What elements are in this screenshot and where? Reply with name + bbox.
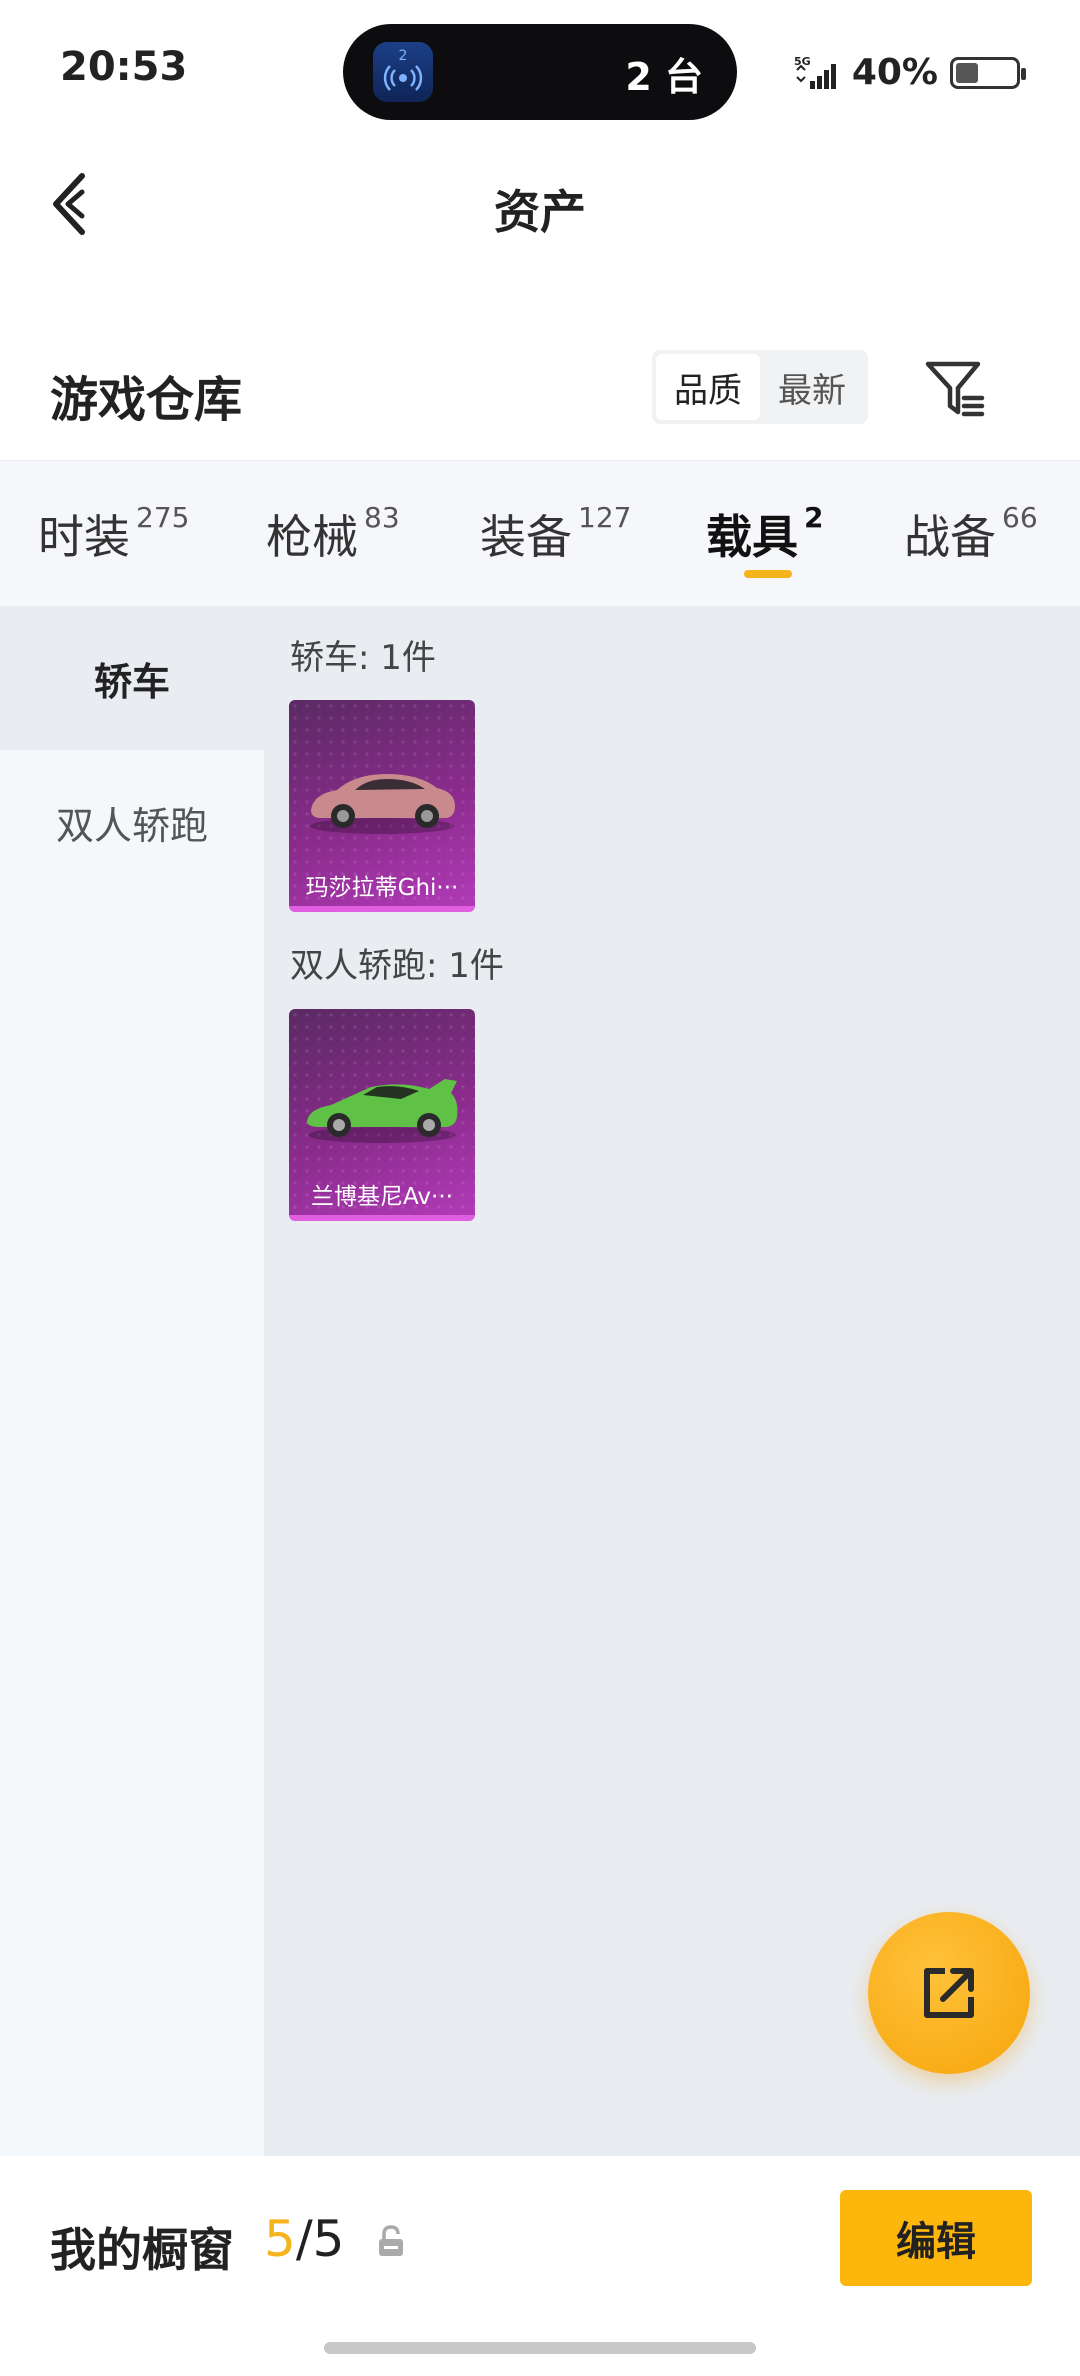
item-card-lamborghini[interactable]: 兰博基尼Av···: [289, 1009, 475, 1221]
tab-count: 127: [578, 501, 632, 534]
lock-icon: [376, 2224, 406, 2258]
tab-count: 275: [136, 501, 190, 534]
sort-toggle[interactable]: 品质 最新: [652, 350, 868, 424]
car-image: [307, 1079, 458, 1143]
showcase-label: 我的橱窗: [50, 2223, 234, 2277]
status-time: 20:53: [60, 44, 188, 90]
status-right-group: 5G 40%: [794, 52, 1026, 93]
showcase-total: 5: [312, 2210, 345, 2268]
edit-button[interactable]: 编辑: [840, 2190, 1032, 2286]
showcase-current: 5: [264, 2210, 296, 2268]
warehouse-title: 游戏仓库: [50, 372, 243, 428]
home-indicator[interactable]: [324, 2342, 756, 2354]
share-fab-button[interactable]: [868, 1912, 1030, 2074]
signal-icon: 5G: [794, 55, 836, 89]
side-item-sedan[interactable]: 轿车: [0, 606, 264, 750]
island-count: 2 台: [625, 55, 703, 99]
tab-label: 枪械: [266, 510, 358, 564]
showcase-count: 5/5: [264, 2210, 344, 2268]
tab-label: 装备: [480, 510, 572, 564]
svg-text:2: 2: [399, 48, 408, 64]
active-tab-indicator: [744, 570, 792, 578]
tab-firearms[interactable]: 枪械 83: [266, 501, 400, 567]
filter-icon: [925, 361, 985, 417]
dynamic-island[interactable]: 2 2 台: [343, 24, 737, 120]
car-image: [310, 774, 455, 834]
tab-label: 时装: [38, 510, 130, 564]
section-label-coupe: 双人轿跑: 1件: [290, 946, 504, 986]
status-bar: 20:53 2 2 台 5G 40%: [0, 0, 1080, 140]
tab-count: 2: [804, 501, 824, 534]
showcase-separator: /: [295, 2210, 313, 2268]
filter-button[interactable]: [920, 354, 990, 424]
battery-percent: 40%: [851, 52, 938, 93]
tab-vehicles[interactable]: 载具 2: [706, 501, 823, 567]
page-title: 资产: [494, 185, 586, 239]
sort-quality-button[interactable]: 品质: [656, 354, 760, 420]
tab-fashion[interactable]: 时装 275: [38, 501, 189, 567]
island-app-icon: 2: [373, 42, 433, 102]
tab-count: 83: [364, 501, 400, 534]
item-name: 兰博基尼Av···: [311, 1184, 453, 1210]
side-item-coupe[interactable]: 双人轿跑: [0, 750, 264, 894]
item-card-maserati[interactable]: 玛莎拉蒂Ghi···: [289, 700, 475, 912]
tab-count: 66: [1002, 501, 1038, 534]
tab-battle-gear[interactable]: 战备 66: [904, 501, 1038, 567]
sort-latest-button[interactable]: 最新: [760, 354, 864, 420]
item-name: 玛莎拉蒂Ghi···: [305, 875, 459, 901]
battery-icon: [950, 56, 1026, 89]
section-label-sedan: 轿车: 1件: [290, 638, 436, 678]
tab-label: 载具: [706, 510, 798, 564]
category-tabs: 时装 275 枪械 83 装备 127 载具 2 战备 66: [0, 460, 1080, 606]
tab-label: 战备: [904, 510, 996, 564]
tab-equipment[interactable]: 装备 127: [480, 501, 631, 567]
side-nav: 轿车 双人轿跑: [0, 606, 264, 2156]
share-external-icon: [924, 1968, 974, 2018]
